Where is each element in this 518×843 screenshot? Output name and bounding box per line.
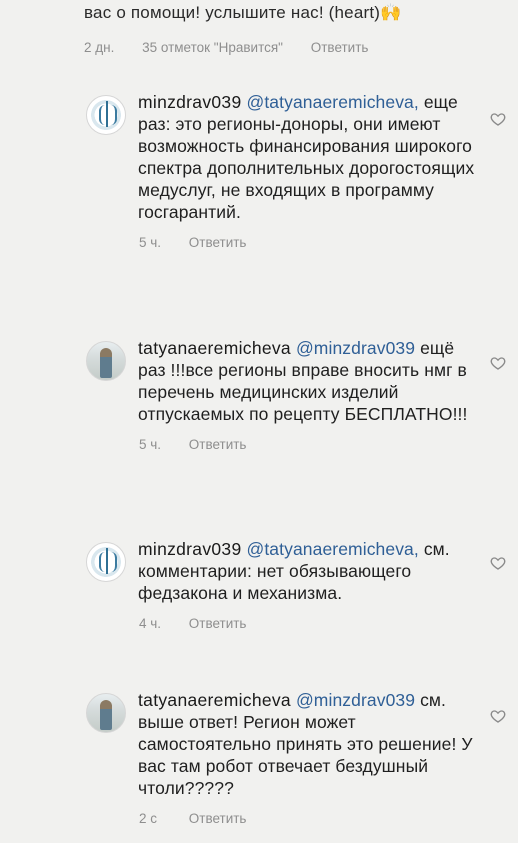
comment-body: tatyanaeremicheva @minzdrav039 ещё раз !… [138, 337, 478, 452]
comment-time: 5 ч. [139, 437, 162, 452]
previous-comment-meta: 2 дн. 35 отметок "Нравится" Ответить [84, 40, 368, 55]
avatar[interactable] [86, 95, 126, 135]
comment-mention[interactable]: @minzdrav039 [296, 338, 415, 358]
user-photo-icon [100, 348, 112, 378]
comment-meta: 5 ч. Ответить [138, 437, 478, 452]
comment-username[interactable]: minzdrav039 [138, 92, 242, 112]
reply-link[interactable]: Ответить [189, 437, 247, 452]
comment-meta: 4 ч. Ответить [138, 616, 478, 631]
comment-meta: 5 ч. Ответить [138, 235, 478, 250]
reply-link[interactable]: Ответить [189, 616, 247, 631]
comment-username[interactable]: tatyanaeremicheva [138, 338, 291, 358]
raised-hands-emoji: 🙌 [380, 3, 402, 22]
likes-count-link[interactable]: 35 отметок "Нравится" [142, 40, 283, 55]
avatar[interactable] [86, 341, 126, 381]
reply-link[interactable]: Ответить [311, 40, 369, 55]
previous-comment-text: вас о помощи! услышите нас! (heart)🙌 [84, 3, 402, 23]
comment-mention[interactable]: @tatyanaeremicheva, [246, 92, 418, 112]
comment-time: 5 ч. [139, 235, 162, 250]
comment-body: minzdrav039 @tatyanaeremicheva, еще раз:… [138, 91, 478, 250]
comment-text: tatyanaeremicheva @minzdrav039 ещё раз !… [138, 337, 478, 425]
reply-link[interactable]: Ответить [189, 235, 247, 250]
comment-time: 2 с [139, 811, 158, 826]
like-heart-icon[interactable] [490, 555, 506, 571]
reply-link[interactable]: Ответить [189, 811, 247, 826]
ministry-emblem-icon [99, 101, 117, 127]
avatar[interactable] [86, 693, 126, 733]
comment-meta: 2 с Ответить [138, 811, 478, 826]
like-heart-icon[interactable] [490, 355, 506, 371]
comment-body: minzdrav039 @tatyanaeremicheva, см. комм… [138, 538, 478, 631]
comment-mention[interactable]: @tatyanaeremicheva, [246, 539, 418, 559]
comment-time: 2 дн. [84, 40, 115, 55]
comment-text: tatyanaeremicheva @minzdrav039 см. выше … [138, 689, 478, 799]
comment-username[interactable]: minzdrav039 [138, 539, 242, 559]
comment-text: minzdrav039 @tatyanaeremicheva, см. комм… [138, 538, 478, 604]
ministry-emblem-icon [99, 548, 117, 574]
user-photo-icon [100, 700, 112, 730]
comment-body: tatyanaeremicheva @minzdrav039 см. выше … [138, 689, 478, 826]
comment-text: minzdrav039 @tatyanaeremicheva, еще раз:… [138, 91, 478, 223]
comment-mention[interactable]: @minzdrav039 [296, 690, 415, 710]
like-heart-icon[interactable] [490, 111, 506, 127]
comment-time: 4 ч. [139, 616, 162, 631]
previous-comment-body: вас о помощи! услышите нас! (heart) [84, 3, 381, 22]
comment-username[interactable]: tatyanaeremicheva [138, 690, 291, 710]
avatar[interactable] [86, 542, 126, 582]
like-heart-icon[interactable] [490, 708, 506, 724]
